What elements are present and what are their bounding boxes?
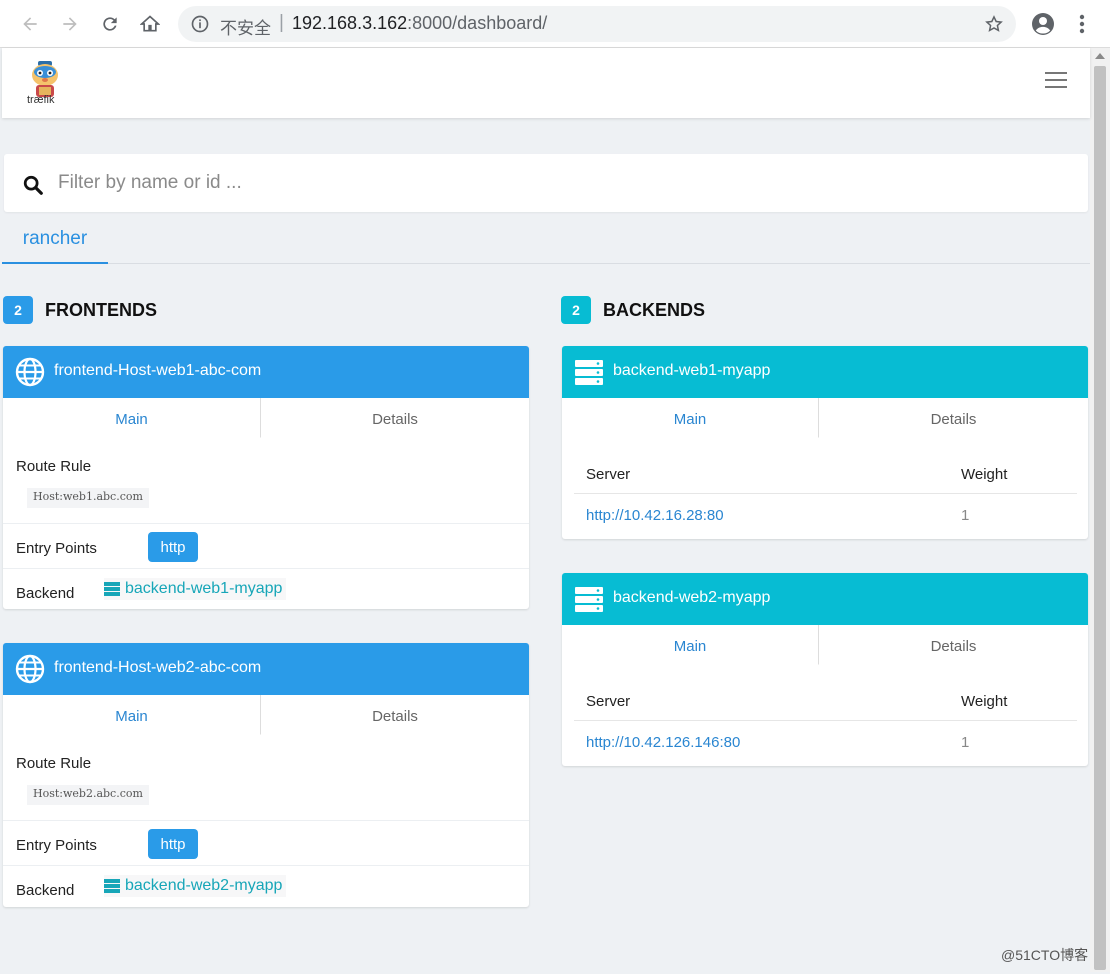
tab-main[interactable]: Main [562,625,819,665]
tab-details[interactable]: Details [819,398,1088,438]
tab-details[interactable]: Details [261,695,529,735]
browser-toolbar: 不安全 | 192.168.3.162:8000/dashboard/ [0,0,1110,48]
logo-text: træfik [27,94,55,106]
frontend-card-header: frontend-Host-web1-abc-com [3,346,529,398]
backend-link-text: backend-web1-myapp [125,580,283,597]
search-icon [23,175,43,195]
backend-label: Backend [16,585,75,602]
entry-point-badge: http [148,532,198,562]
table-divider [574,720,1077,721]
backends-count-badge: 2 [561,296,591,324]
backend-card-header: backend-web1-myapp [562,346,1088,398]
page-scrollbar[interactable] [1090,48,1110,972]
entry-points-label: Entry Points [16,837,97,854]
backends-label: BACKENDS [603,299,706,320]
backend-tabs: Main Details [562,625,1088,665]
backend-label: Backend [16,882,75,899]
tab-details[interactable]: Details [261,398,529,438]
route-rule-value: Host:web2.abc.com [27,785,149,805]
tab-main[interactable]: Main [3,695,261,735]
url-separator: | [279,12,284,33]
route-rule-value: Host:web1.abc.com [27,488,149,508]
backend-link-text: backend-web2-myapp [125,877,283,894]
account-icon[interactable] [1031,12,1055,36]
forward-icon[interactable] [58,12,82,36]
server-url-link[interactable]: http://10.42.126.146:80 [586,734,740,751]
frontend-card: frontend-Host-web1-abc-com Main Details … [3,346,529,609]
backends-heading: 2 BACKENDS [561,295,705,325]
server-url-link[interactable]: http://10.42.16.28:80 [586,507,724,524]
tab-details[interactable]: Details [819,625,1088,665]
more-vert-icon[interactable] [1072,12,1092,36]
frontend-card: frontend-Host-web2-abc-com Main Details … [3,643,529,907]
entry-point-badge: http [148,829,198,859]
filter-input[interactable] [58,168,1058,198]
watermark: @51CTO博客 [1001,947,1089,963]
tab-main[interactable]: Main [3,398,261,438]
provider-tabs: rancher [2,222,1090,264]
row-divider [3,523,529,524]
security-status: 不安全 [220,19,271,38]
backend-name: backend-web1-myapp [613,362,771,379]
globe-icon [15,357,45,387]
info-icon[interactable] [190,14,210,34]
backend-name: backend-web2-myapp [613,589,771,606]
table-divider [574,493,1077,494]
backend-card-header: backend-web2-myapp [562,573,1088,625]
backend-link[interactable]: backend-web2-myapp [104,875,287,897]
scroll-thumb[interactable] [1094,66,1106,970]
backend-link[interactable]: backend-web1-myapp [104,578,287,600]
server-weight: 1 [961,507,970,524]
url-host: 192.168.3.162 [292,13,408,33]
url-path: :8000/dashboard/ [407,13,548,33]
address-bar[interactable]: 不安全 | 192.168.3.162:8000/dashboard/ [178,6,1016,42]
route-rule-label: Route Rule [16,458,92,475]
globe-icon [15,654,45,684]
tab-rancher[interactable]: rancher [2,222,108,264]
reload-icon[interactable] [98,12,122,36]
server-column-header: Server [586,466,631,483]
server-icon [104,582,120,596]
backend-card: backend-web2-myapp Main Details Server W… [562,573,1088,766]
server-icon [104,879,120,893]
server-icon [575,360,603,385]
row-divider [3,820,529,821]
url-text[interactable]: 192.168.3.162:8000/dashboard/ [292,13,547,34]
frontends-count-badge: 2 [3,296,33,324]
frontends-heading: 2 FRONTENDS [3,295,157,325]
row-divider [3,865,529,866]
scroll-up-arrow-icon[interactable] [1095,53,1105,59]
frontend-name: frontend-Host-web1-abc-com [54,362,262,379]
backend-card: backend-web1-myapp Main Details Server W… [562,346,1088,539]
frontend-tabs: Main Details [3,695,529,735]
tab-main[interactable]: Main [562,398,819,438]
row-divider [3,568,529,569]
weight-column-header: Weight [961,466,1008,483]
frontend-card-header: frontend-Host-web2-abc-com [3,643,529,695]
filter-bar [4,154,1088,212]
app-header: træfik [2,48,1090,118]
frontend-name: frontend-Host-web2-abc-com [54,659,262,676]
server-icon [575,587,603,612]
entry-points-label: Entry Points [16,540,97,557]
home-icon[interactable] [138,12,162,36]
weight-column-header: Weight [961,693,1008,710]
server-weight: 1 [961,734,970,751]
back-icon[interactable] [18,12,42,36]
frontends-label: FRONTENDS [45,299,157,320]
route-rule-label: Route Rule [16,755,92,772]
frontend-tabs: Main Details [3,398,529,438]
hamburger-menu-icon[interactable] [1045,72,1067,90]
backend-tabs: Main Details [562,398,1088,438]
star-icon[interactable] [984,14,1004,34]
server-column-header: Server [586,693,631,710]
